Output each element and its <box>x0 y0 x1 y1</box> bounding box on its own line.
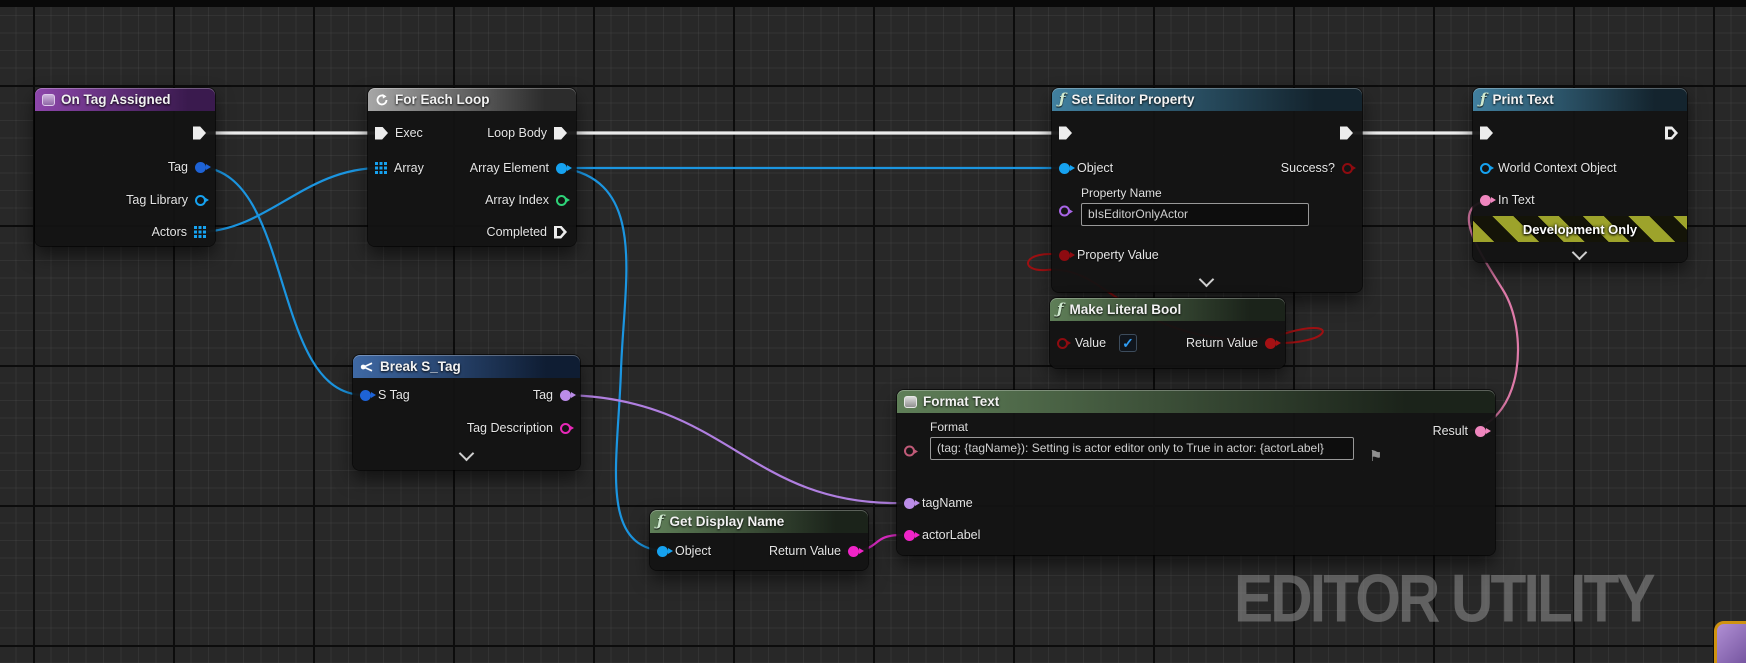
node-format-text[interactable]: Format Text Format (tag: {tagName}): Set… <box>897 390 1495 555</box>
break-struct-icon <box>360 361 373 372</box>
chevron-down-icon[interactable] <box>458 445 474 462</box>
node-title: Print Text <box>1492 92 1554 107</box>
format-field[interactable]: (tag: {tagName}): Setting is actor edito… <box>930 437 1354 460</box>
return-value-pin[interactable] <box>848 545 859 557</box>
node-title: Format Text <box>923 394 1000 409</box>
array-pin-icon[interactable] <box>375 162 387 174</box>
success-pin[interactable] <box>1342 162 1353 174</box>
property-name-field[interactable]: bIsEditorOnlyActor <box>1081 203 1309 226</box>
result-pin[interactable] <box>1475 425 1486 437</box>
node-header[interactable]: Format Text <box>897 390 1495 413</box>
graph-corner-bubble <box>1714 621 1746 663</box>
property-name-block: Property Name bIsEditorOnlyActor <box>1081 186 1309 226</box>
s-tag-pin[interactable] <box>360 389 371 401</box>
loop-icon <box>376 93 388 105</box>
format-text-icon <box>904 395 917 408</box>
exec-out-pin[interactable] <box>193 126 206 140</box>
value-pin[interactable] <box>1057 337 1068 349</box>
node-title: Get Display Name <box>669 514 785 529</box>
node-set-editor-property[interactable]: ƒ Set Editor Property Object Success? Pr… <box>1052 88 1362 292</box>
chevron-down-icon[interactable] <box>1571 244 1588 261</box>
node-make-literal-bool[interactable]: ƒ Make Literal Bool Value ✓ Return Value <box>1050 298 1285 368</box>
chevron-down-icon[interactable] <box>1198 271 1215 288</box>
format-pin[interactable] <box>904 445 915 457</box>
node-header[interactable]: For Each Loop <box>368 88 576 111</box>
node-header[interactable]: ƒ Set Editor Property <box>1052 88 1362 111</box>
node-header[interactable]: ƒ Print Text <box>1473 88 1687 111</box>
node-header[interactable]: ƒ Get Display Name <box>650 510 868 533</box>
array-pin-icon[interactable] <box>194 226 206 238</box>
node-header[interactable]: ƒ Make Literal Bool <box>1050 298 1285 321</box>
node-break-s-tag[interactable]: Break S_Tag S Tag Tag Tag Description <box>353 355 580 470</box>
node-title: For Each Loop <box>395 92 490 107</box>
check-icon: ✓ <box>1122 335 1134 351</box>
node-get-display-name[interactable]: ƒ Get Display Name Object Return Value <box>650 510 868 570</box>
array-element-pin[interactable] <box>556 162 567 174</box>
tag-description-pin[interactable] <box>560 422 571 434</box>
return-value-pin[interactable] <box>1265 337 1276 349</box>
function-icon: ƒ <box>657 512 664 530</box>
node-for-each-loop[interactable]: For Each Loop Exec Array Loop Body Array… <box>368 88 576 246</box>
in-text-pin[interactable] <box>1480 194 1491 206</box>
exec-in-pin[interactable] <box>375 126 388 140</box>
event-icon <box>42 93 55 106</box>
format-block: Format (tag: {tagName}): Setting is acto… <box>930 420 1354 460</box>
development-only-banner: Development Only <box>1473 216 1687 242</box>
tag-out-pin[interactable] <box>195 161 206 173</box>
blueprint-graph-canvas[interactable]: EDITOR UTILITY On Tag Assigned Tag Tag L… <box>0 0 1746 663</box>
node-title: On Tag Assigned <box>61 92 171 107</box>
localization-flag-icon[interactable]: ⚑ <box>1369 448 1382 466</box>
node-print-text[interactable]: ƒ Print Text World Context Object In Tex… <box>1473 88 1687 262</box>
function-icon: ƒ <box>1057 300 1064 318</box>
exec-in-pin[interactable] <box>1480 126 1493 140</box>
value-checkbox[interactable]: ✓ <box>1119 334 1138 352</box>
node-title: Make Literal Bool <box>1069 302 1182 317</box>
array-index-pin[interactable] <box>556 194 567 206</box>
node-title: Set Editor Property <box>1071 92 1195 107</box>
node-title: Break S_Tag <box>380 359 461 374</box>
tag-library-out-pin[interactable] <box>195 194 206 206</box>
loop-body-pin[interactable] <box>554 126 567 140</box>
world-context-object-pin[interactable] <box>1480 162 1491 174</box>
actorlabel-pin[interactable] <box>904 529 915 541</box>
tag-out-pin[interactable] <box>560 389 571 401</box>
property-name-pin[interactable] <box>1059 205 1070 217</box>
function-icon: ƒ <box>1480 90 1487 108</box>
node-on-tag-assigned[interactable]: On Tag Assigned Tag Tag Library Actors <box>35 88 215 246</box>
completed-pin[interactable] <box>554 225 567 239</box>
exec-out-pin[interactable] <box>1340 126 1353 140</box>
node-header[interactable]: Break S_Tag <box>353 355 580 378</box>
exec-in-pin[interactable] <box>1059 126 1072 140</box>
function-icon: ƒ <box>1059 90 1066 108</box>
node-header[interactable]: On Tag Assigned <box>35 88 215 111</box>
exec-out-pin[interactable] <box>1665 126 1678 140</box>
object-pin[interactable] <box>657 545 668 557</box>
object-pin[interactable] <box>1059 162 1070 174</box>
property-value-pin[interactable] <box>1059 249 1070 261</box>
tagname-pin[interactable] <box>904 497 915 509</box>
canvas-top-edge <box>0 0 1746 7</box>
